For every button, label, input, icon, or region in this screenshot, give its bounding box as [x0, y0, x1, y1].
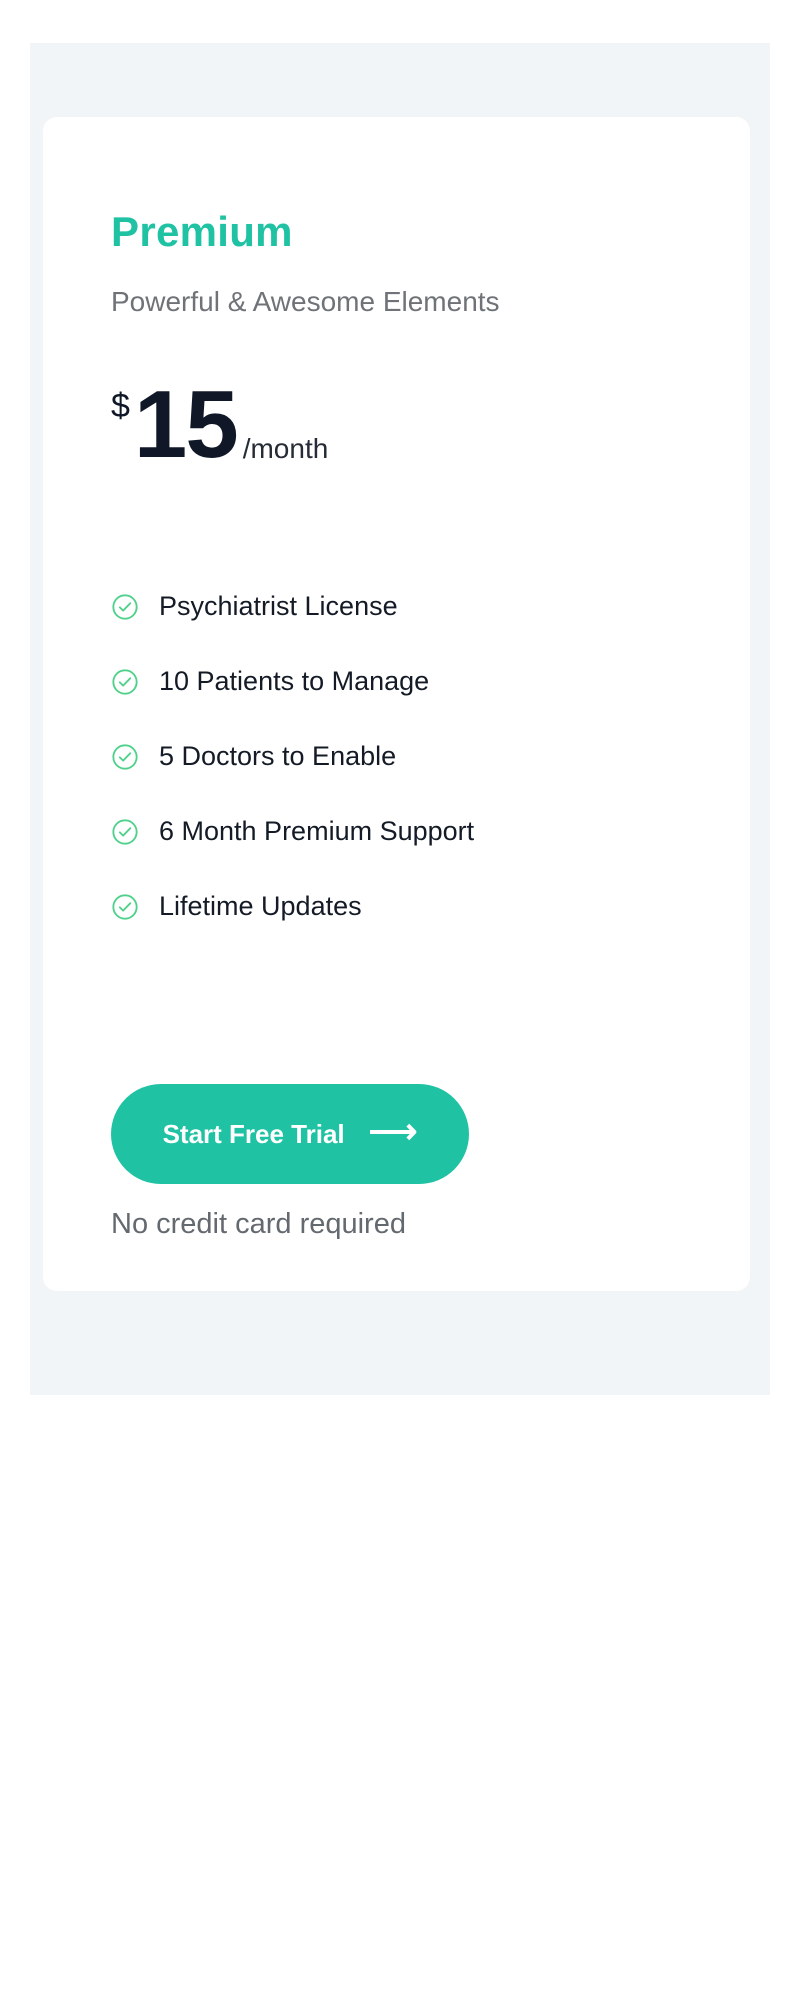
feature-item: Lifetime Updates — [111, 869, 474, 944]
price-period: /month — [242, 433, 329, 464]
plan-name: Premium — [111, 208, 293, 255]
check-circle-icon — [112, 743, 138, 770]
feature-item: Psychiatrist License — [111, 569, 474, 644]
start-free-trial-label: Start Free Trial — [162, 1118, 345, 1149]
pricing-section: Premium Powerful & Awesome Elements $ 15… — [30, 43, 770, 1395]
check-circle-icon — [112, 593, 138, 620]
check-circle-icon — [112, 818, 138, 845]
plan-subtitle: Powerful & Awesome Elements — [111, 286, 500, 317]
feature-item: 5 Doctors to Enable — [111, 719, 474, 794]
feature-label: 6 Month Premium Support — [159, 816, 475, 846]
feature-item: 10 Patients to Manage — [111, 644, 474, 719]
feature-label: Psychiatrist License — [159, 591, 398, 621]
feature-item: 6 Month Premium Support — [111, 794, 474, 869]
price-currency: $ — [111, 387, 130, 425]
feature-list: Psychiatrist License 10 Patients to Mana… — [111, 569, 474, 944]
feature-label: 5 Doctors to Enable — [159, 741, 397, 771]
pricing-card-premium: Premium Powerful & Awesome Elements $ 15… — [43, 117, 750, 1291]
feature-label: Lifetime Updates — [159, 891, 362, 921]
start-free-trial-button[interactable]: Start Free Trial ⟶ — [111, 1084, 469, 1184]
price-amount: 15 — [133, 371, 239, 478]
arrow-right-icon: ⟶ — [368, 1113, 418, 1151]
price: $ 15 /month — [111, 371, 329, 478]
check-circle-icon — [112, 893, 138, 920]
credit-card-note: No credit card required — [111, 1208, 406, 1240]
check-circle-icon — [112, 668, 138, 695]
feature-label: 10 Patients to Manage — [159, 666, 430, 696]
